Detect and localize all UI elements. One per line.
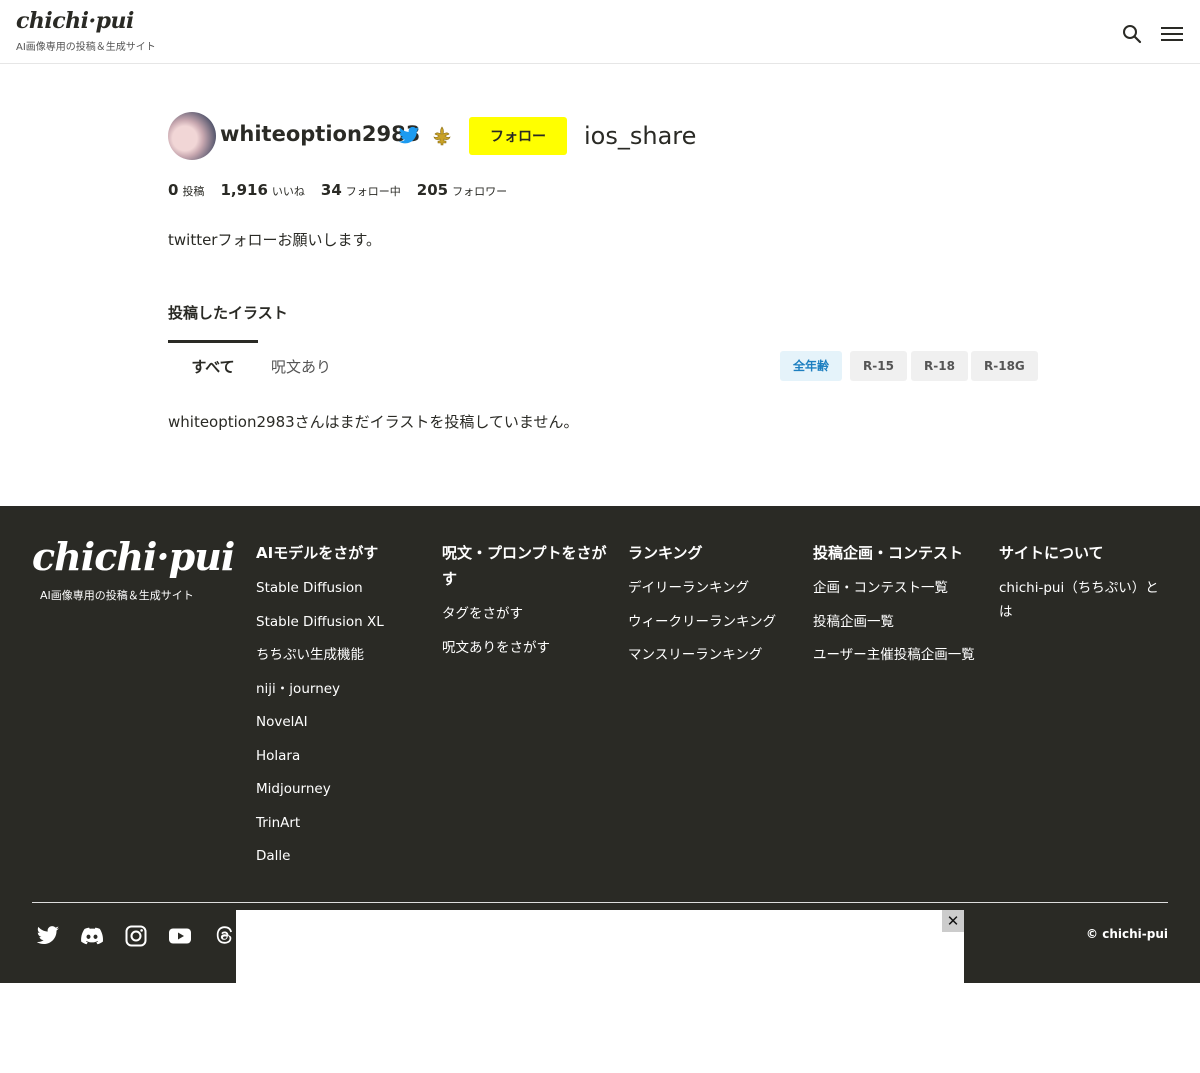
- ad-banner[interactable]: [236, 910, 964, 983]
- close-icon[interactable]: ✕: [942, 910, 964, 932]
- stat-following[interactable]: 34 フォロー中: [321, 180, 401, 199]
- footer-link[interactable]: niji・journey: [256, 677, 421, 701]
- footer-link[interactable]: ちちぷい生成機能: [256, 643, 421, 667]
- footer-column-title: サイトについて: [999, 544, 1104, 562]
- footer-link[interactable]: 投稿企画一覧: [813, 610, 978, 634]
- rating-filter-r18g[interactable]: R-18G: [971, 351, 1038, 381]
- stat-value: 1,916: [220, 181, 268, 199]
- instagram-icon[interactable]: [124, 924, 148, 948]
- footer-link[interactable]: 企画・コンテスト一覧: [813, 576, 978, 600]
- footer-link[interactable]: Holara: [256, 744, 421, 768]
- footer-link[interactable]: Dalle: [256, 844, 421, 868]
- rating-filter-r15[interactable]: R-15: [850, 351, 907, 381]
- footer-link[interactable]: Stable Diffusion: [256, 576, 421, 600]
- tab-all[interactable]: すべて: [168, 356, 258, 377]
- profile-stats: 0 投稿 1,916 いいね 34 フォロー中 205 フォロワー: [168, 180, 507, 199]
- footer-link[interactable]: chichi-pui（ちちぷい）とは: [999, 576, 1164, 624]
- footer-column-title: 投稿企画・コンテスト: [813, 544, 964, 562]
- share-button[interactable]: ios_share: [584, 122, 696, 150]
- footer-link[interactable]: ウィークリーランキング: [628, 610, 793, 634]
- stat-value: 205: [416, 181, 449, 199]
- empty-message: whiteoption2983さんはまだイラストを投稿していません。: [168, 413, 579, 431]
- section-title: 投稿したイラスト: [168, 304, 288, 322]
- stat-label: 投稿: [182, 185, 205, 198]
- youtube-icon[interactable]: [168, 924, 192, 948]
- footer-column-title: ランキング: [628, 544, 703, 562]
- active-tab-indicator: [168, 340, 258, 343]
- footer-column-ranking: ランキング デイリーランキング ウィークリーランキング マンスリーランキング: [628, 540, 793, 677]
- stat-label: いいね: [271, 185, 305, 198]
- site-header: chichi·pui AI画像専用の投稿＆生成サイト: [0, 0, 1200, 64]
- footer-column-about: サイトについて chichi-pui（ちちぷい）とは: [999, 540, 1164, 634]
- footer-link[interactable]: ユーザー主催投稿企画一覧: [813, 643, 978, 667]
- fleur-de-lis-badge-icon: [433, 126, 451, 146]
- threads-icon[interactable]: [212, 924, 236, 948]
- footer-link[interactable]: タグをさがす: [442, 602, 607, 626]
- stat-likes[interactable]: 1,916 いいね: [220, 180, 304, 199]
- footer-link[interactable]: 呪文ありをさがす: [442, 636, 607, 660]
- site-tagline: AI画像専用の投稿＆生成サイト: [16, 42, 156, 53]
- twitter-icon[interactable]: [36, 924, 60, 948]
- stat-posts[interactable]: 0 投稿: [168, 180, 204, 199]
- stat-label: フォロー中: [345, 185, 401, 198]
- rating-filter-all-ages[interactable]: 全年齢: [780, 351, 843, 381]
- footer-column-title: AIモデルをさがす: [256, 544, 379, 562]
- search-icon[interactable]: [1120, 22, 1144, 46]
- footer-link[interactable]: Stable Diffusion XL: [256, 610, 421, 634]
- twitter-icon[interactable]: [398, 126, 420, 146]
- follow-button[interactable]: フォロー: [469, 117, 567, 155]
- copyright: © chichi-pui: [1086, 927, 1168, 941]
- tab-with-prompt[interactable]: 呪文あり: [271, 356, 331, 377]
- footer-column-ai-models: AIモデルをさがす Stable Diffusion Stable Diffus…: [256, 540, 421, 878]
- footer-link[interactable]: TrinArt: [256, 811, 421, 835]
- stat-label: フォロワー: [452, 185, 508, 198]
- stat-followers[interactable]: 205 フォロワー: [417, 180, 507, 199]
- stat-value: 34: [320, 181, 342, 199]
- profile-bio: twitterフォローお願いします。: [168, 231, 381, 249]
- footer-link[interactable]: Midjourney: [256, 777, 421, 801]
- avatar: [168, 112, 216, 160]
- footer-column-contests: 投稿企画・コンテスト 企画・コンテスト一覧 投稿企画一覧 ユーザー主催投稿企画一…: [813, 540, 978, 677]
- rating-filter-r18[interactable]: R-18: [911, 351, 968, 381]
- footer-divider: [32, 902, 1168, 903]
- site-logo[interactable]: chichi·pui: [16, 8, 134, 34]
- stat-value: 0: [168, 181, 179, 199]
- footer-logo[interactable]: chichi·pui: [32, 534, 235, 579]
- footer-link[interactable]: マンスリーランキング: [628, 643, 793, 667]
- footer-link[interactable]: デイリーランキング: [628, 576, 793, 600]
- profile-username: whiteoption2983: [220, 122, 421, 146]
- footer-column-prompts: 呪文・プロンプトをさがす タグをさがす 呪文ありをさがす: [442, 540, 607, 669]
- menu-icon[interactable]: [1160, 22, 1184, 46]
- footer-link[interactable]: NovelAI: [256, 710, 421, 734]
- footer-tagline: AI画像専用の投稿＆生成サイト: [40, 589, 194, 602]
- footer-column-title: 呪文・プロンプトをさがす: [442, 544, 607, 588]
- discord-icon[interactable]: [80, 924, 104, 948]
